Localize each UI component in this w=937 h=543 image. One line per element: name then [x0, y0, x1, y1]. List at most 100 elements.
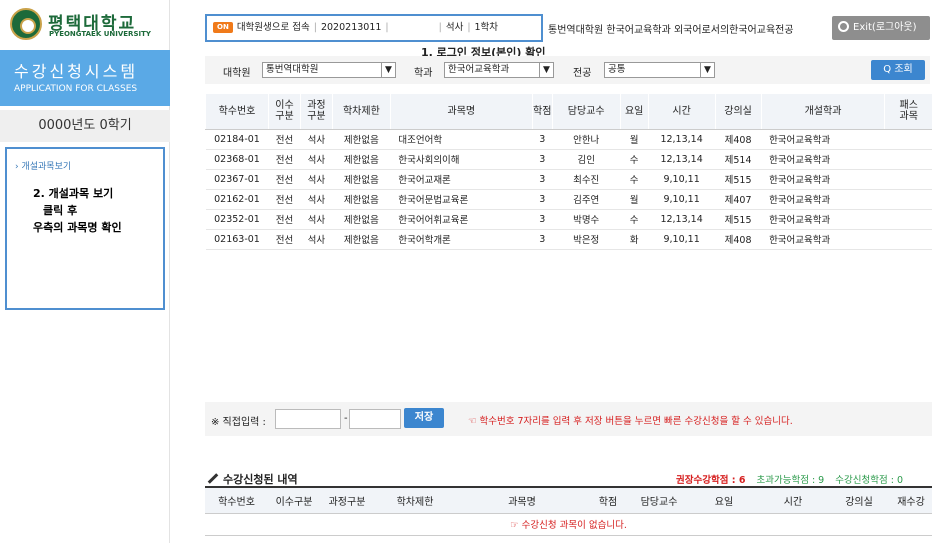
semester-label: 0000년도 0학기 — [0, 110, 170, 142]
table-row[interactable]: 02368-01 전선 석사 제한없음 한국사회의이해 3 김인 수 12,13,14 제514 한… — [205, 149, 932, 170]
table-cell: 월 — [620, 129, 649, 150]
registered-table: 학수번호 이수구분 과정구분 학차제한 과목명 학점 담당교수 요일 시간 강의실 재수강 ☞ 수강… — [205, 486, 932, 536]
direct-input-bar: ※ 직접입력 : - 저장 ☜ 학수번호 7자리를 입력 후 저장 버튼을 누르… — [205, 402, 932, 436]
column-header: 강의실 — [714, 94, 762, 130]
direct-input-label: ※ 직접입력 : — [211, 417, 266, 428]
column-header: 재수강 — [890, 487, 932, 514]
column-header: 강의실 — [828, 487, 890, 514]
chevron-down-icon: ▼ — [381, 63, 395, 77]
system-subtitle: APPLICATION FOR CLASSES — [14, 84, 138, 94]
exit-button[interactable]: Exit(로그아웃) — [832, 16, 930, 40]
column-header: 담당교수 — [628, 487, 690, 514]
table-cell — [884, 229, 932, 250]
table-cell: 02367-01 — [205, 169, 269, 190]
course-name-cell[interactable]: 한국어교재론 — [390, 169, 533, 190]
column-header: 학수번호 — [205, 487, 268, 514]
table-cell: 3 — [532, 169, 553, 190]
table-cell: 월 — [620, 189, 649, 210]
course-name-cell[interactable]: 한국어학개론 — [390, 229, 533, 250]
department-line: 통번역대학원 한국어교육학과 외국어로서의한국어교육전공 — [548, 25, 794, 36]
save-button[interactable]: 저장 — [404, 408, 444, 428]
column-header: 학점 — [531, 94, 553, 130]
table-cell: 제한없음 — [332, 129, 391, 150]
registered-title: 수강신청된 내역 — [207, 471, 298, 487]
table-cell: 3 — [532, 129, 553, 150]
recommended-credits: 권장수강학점 : 6 — [676, 475, 746, 486]
direct-input-note: ☜ 학수번호 7자리를 입력 후 저장 버튼을 누르면 빠른 수강신청을 할 수… — [468, 416, 793, 427]
logo-english: PYEONGTAEK UNIVERSITY — [49, 30, 151, 38]
table-row[interactable]: 02163-01 전선 석사 제한없음 한국어학개론 3 박은정 화 9,10,11 제408 한국… — [205, 229, 932, 250]
table-cell: 제한없음 — [332, 149, 391, 170]
dept-value: 한국어교육학과 — [448, 64, 510, 75]
table-cell: 9,10,11 — [648, 229, 716, 250]
major-label: 전공 — [573, 68, 592, 79]
table-cell: 02184-01 — [205, 129, 269, 150]
dept-label: 학과 — [414, 68, 433, 79]
table-cell: 제515 — [715, 209, 762, 230]
column-header: 과목명 — [389, 94, 533, 130]
table-cell: 박명수 — [552, 209, 621, 230]
column-header: 이수 구분 — [267, 94, 301, 130]
table-cell: 수 — [620, 209, 649, 230]
course-name-cell[interactable]: 한국어문법교육론 — [390, 189, 533, 210]
table-row[interactable]: 02367-01 전선 석사 제한없음 한국어교재론 3 최수진 수 9,10,11 제515 한국… — [205, 169, 932, 190]
column-header: 요일 — [619, 94, 649, 130]
column-header: 이수구분 — [268, 487, 320, 514]
power-icon — [838, 21, 849, 32]
sidebar-menu-highlight: › 개설과목보기 2. 개설과목 보기 클릭 후 우측의 과목명 확인 — [5, 147, 165, 310]
column-header: 패스 과목 — [884, 94, 932, 130]
table-cell: 전선 — [268, 189, 301, 210]
dept-select[interactable]: 한국어교육학과 ▼ — [444, 62, 554, 78]
column-header: 시간 — [758, 487, 828, 514]
table-cell: 석사 — [300, 169, 333, 190]
table-cell: 9,10,11 — [648, 169, 716, 190]
table-cell: 화 — [620, 229, 649, 250]
left-sidebar: 평택대학교 PYEONGTAEK UNIVERSITY 수강신청시스템 APPL… — [0, 0, 170, 543]
course-code-input-2[interactable] — [349, 409, 401, 429]
table-cell: 12,13,14 — [648, 209, 716, 230]
major-select[interactable]: 공통 ▼ — [604, 62, 715, 78]
column-header: 과목명 — [456, 487, 588, 514]
search-button[interactable]: Q 조회 — [871, 60, 925, 80]
grade: 1학차 — [474, 22, 499, 33]
table-cell: 석사 — [300, 189, 333, 210]
access-type: 대학원생으로 접속 — [236, 22, 310, 33]
filter-bar: 대학원 통번역대학원 ▼ 학과 한국어교육학과 ▼ 전공 공통 ▼ Q 조회 — [205, 56, 930, 84]
table-cell: 9,10,11 — [648, 189, 716, 210]
graduate-select[interactable]: 통번역대학원 ▼ — [262, 62, 396, 78]
table-cell: 안한나 — [552, 129, 621, 150]
course-name-cell[interactable]: 대조언어학 — [390, 129, 533, 150]
instruction-callout-2: 2. 개설과목 보기 클릭 후 우측의 과목명 확인 — [33, 185, 122, 236]
table-cell: 수 — [620, 149, 649, 170]
table-row[interactable]: 02184-01 전선 석사 제한없음 대조언어학 3 안한나 월 12,13,14 제408 한국… — [205, 129, 932, 150]
table-cell: 3 — [532, 229, 553, 250]
table-cell: 제408 — [715, 229, 762, 250]
course-code-input-1[interactable] — [275, 409, 341, 429]
table-cell: 제514 — [715, 149, 762, 170]
course-name-cell[interactable]: 한국사회의이해 — [390, 149, 533, 170]
on-badge: ON — [213, 22, 233, 33]
sidebar-item-open-courses[interactable]: › 개설과목보기 — [15, 159, 71, 172]
table-cell: 02163-01 — [205, 229, 269, 250]
course-name-cell[interactable]: 한국어어휘교육론 — [390, 209, 533, 230]
table-cell: 제한없음 — [332, 189, 391, 210]
column-header: 학차제한 — [331, 94, 391, 130]
graduate-label: 대학원 — [223, 68, 251, 79]
table-cell: 제407 — [715, 189, 762, 210]
table-cell — [884, 169, 932, 190]
table-cell: 전선 — [268, 229, 301, 250]
table-row[interactable]: 02162-01 전선 석사 제한없음 한국어문법교육론 3 김주연 월 9,10,11 제407… — [205, 189, 932, 210]
system-title-box: 수강신청시스템 APPLICATION FOR CLASSES — [0, 50, 170, 106]
university-logo[interactable]: 평택대학교 PYEONGTAEK UNIVERSITY — [6, 6, 166, 42]
table-cell: 한국어교육학과 — [761, 129, 885, 150]
table-cell: 02352-01 — [205, 209, 269, 230]
table-row[interactable]: 02352-01 전선 석사 제한없음 한국어어휘교육론 3 박명수 수 12,13,14 제51… — [205, 209, 932, 230]
registered-credits: 수강신청학점 : 0 — [835, 475, 903, 486]
callout-line: 2. 개설과목 보기 — [33, 187, 114, 200]
table-cell: 석사 — [300, 229, 333, 250]
column-header: 학점 — [588, 487, 628, 514]
column-header: 학수번호 — [205, 94, 269, 130]
column-header: 과정구분 — [320, 487, 374, 514]
column-header: 과정 구분 — [299, 94, 333, 130]
table-cell: 한국어교육학과 — [761, 189, 885, 210]
